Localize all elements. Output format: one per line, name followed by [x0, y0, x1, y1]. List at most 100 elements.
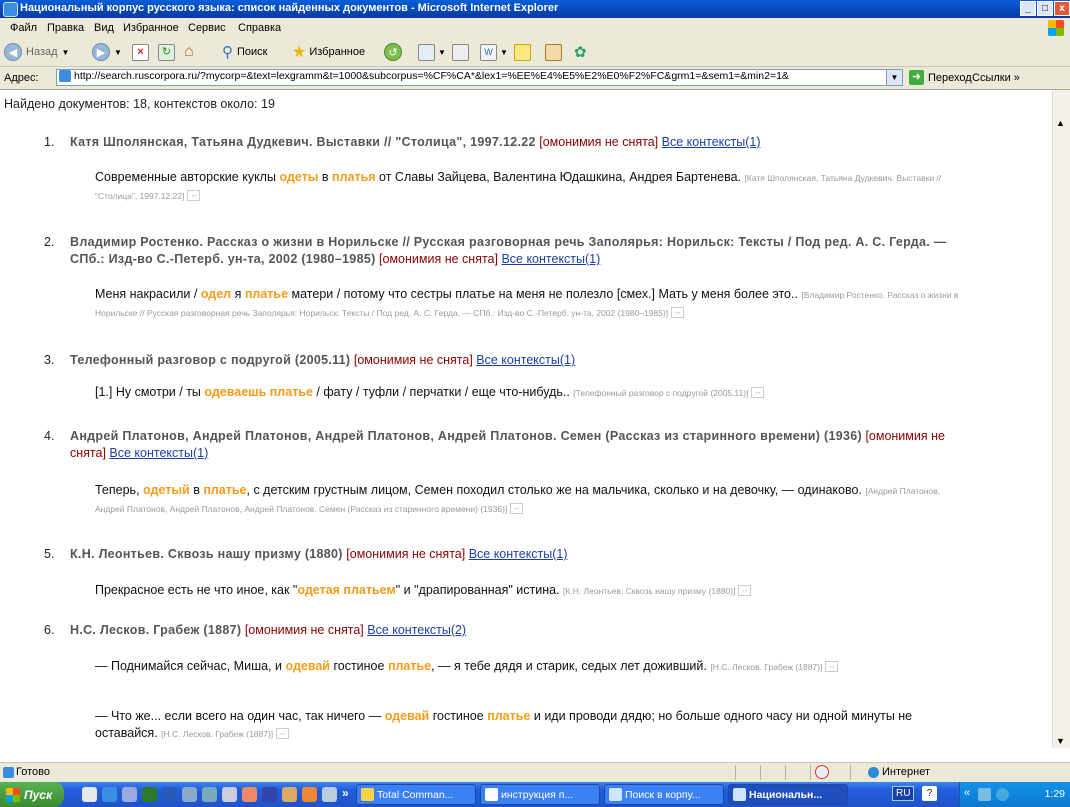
- results-summary: Найдено документов: 18, контекстов около…: [4, 97, 275, 111]
- menu-favorites[interactable]: Избранное: [123, 22, 179, 34]
- address-dropdown-icon[interactable]: ▼: [886, 70, 902, 85]
- favorites-button[interactable]: ★ Избранное: [292, 42, 365, 62]
- messenger-button[interactable]: ✿: [574, 42, 587, 62]
- back-arrow-icon: ◀: [4, 43, 22, 61]
- word-doc-icon: [485, 788, 498, 801]
- mail-dropdown-icon[interactable]: ▼: [438, 48, 446, 57]
- privacy-icon[interactable]: [815, 765, 829, 779]
- task-instruction[interactable]: инструкция п...: [480, 784, 600, 805]
- refresh-button[interactable]: ↻: [158, 42, 175, 62]
- home-button[interactable]: ⌂: [184, 42, 194, 62]
- expand-icon[interactable]: ↔: [510, 503, 524, 515]
- explorer-icon[interactable]: [122, 787, 137, 802]
- messenger-icon: ✿: [574, 44, 587, 61]
- task-corpus-search[interactable]: Поиск в корпу...: [604, 784, 724, 805]
- all-contexts-link[interactable]: Все контексты(1): [109, 446, 208, 460]
- vertical-scrollbar[interactable]: ▲ ▼: [1052, 90, 1070, 748]
- stop-button[interactable]: ×: [132, 42, 149, 62]
- search-button[interactable]: ⚲ Поиск: [222, 42, 267, 62]
- expand-icon[interactable]: ↔: [751, 387, 765, 399]
- network-icon[interactable]: [182, 787, 197, 802]
- back-dropdown-icon[interactable]: ▼: [62, 48, 70, 57]
- window-title: Национальный корпус русского языка: спис…: [20, 2, 559, 14]
- scroll-down-icon[interactable]: ▼: [1056, 736, 1065, 746]
- minimize-button[interactable]: _: [1020, 1, 1036, 16]
- expand-icon[interactable]: ↔: [671, 307, 685, 319]
- task-national-corpus[interactable]: Национальн...: [728, 784, 848, 805]
- tray-network-icon[interactable]: [996, 788, 1009, 801]
- ie-icon: [3, 2, 18, 17]
- window-icon[interactable]: [222, 787, 237, 802]
- scroll-up-icon[interactable]: ▲: [1056, 118, 1065, 128]
- security-zone: Интернет: [882, 766, 930, 778]
- screen-icon[interactable]: [322, 787, 337, 802]
- internet-globe-icon: [868, 767, 879, 778]
- app-icon[interactable]: [242, 787, 257, 802]
- menu-help[interactable]: Справка: [238, 22, 281, 34]
- window-title-bar[interactable]: Национальный корпус русского языка: спис…: [0, 0, 1070, 18]
- discuss-button[interactable]: [514, 42, 531, 62]
- start-button[interactable]: Пуск: [0, 782, 64, 807]
- all-contexts-link[interactable]: Все контексты(1): [469, 547, 568, 561]
- highlight-word: одетая: [297, 583, 340, 597]
- edit-dropdown-icon[interactable]: ▼: [500, 48, 508, 57]
- tool-icon[interactable]: [202, 787, 217, 802]
- research-button[interactable]: [545, 42, 562, 62]
- address-input[interactable]: http://search.ruscorpora.ru/?mycorp=&tex…: [56, 69, 903, 86]
- task-label: Поиск в корпу...: [625, 789, 701, 801]
- ie-quicklaunch-icon[interactable]: [102, 787, 117, 802]
- go-button[interactable]: ➜ Переход: [909, 70, 972, 85]
- links-button[interactable]: Ссылки »: [972, 72, 1020, 84]
- menu-view[interactable]: Вид: [94, 22, 114, 34]
- menu-file[interactable]: Файл: [10, 22, 37, 34]
- homonymy-note: [омонимия не снята]: [244, 623, 364, 637]
- paint-icon[interactable]: [282, 787, 297, 802]
- address-label: Адрес:: [4, 72, 39, 84]
- excel-icon[interactable]: [142, 787, 157, 802]
- book-icon[interactable]: [302, 787, 317, 802]
- language-indicator[interactable]: RU: [892, 786, 915, 801]
- snippet-text: Теперь,: [95, 483, 144, 497]
- homonymy-note: [омонимия не снята]: [346, 547, 466, 561]
- all-contexts-link[interactable]: Все контексты(1): [662, 135, 761, 149]
- mail-button[interactable]: ▼: [418, 42, 446, 62]
- help-icon[interactable]: ?: [922, 786, 937, 801]
- expand-icon[interactable]: ↔: [276, 728, 290, 740]
- tray-app-icon[interactable]: [978, 788, 991, 801]
- save-icon[interactable]: [262, 787, 277, 802]
- expand-icon[interactable]: ↔: [738, 585, 752, 597]
- clock[interactable]: 1:29: [1045, 788, 1065, 800]
- highlight-word: платье: [487, 709, 531, 723]
- menu-tools[interactable]: Сервис: [188, 22, 226, 34]
- stop-icon: ×: [132, 43, 149, 61]
- tray-expand-icon[interactable]: «: [964, 787, 970, 799]
- maximize-button[interactable]: □: [1037, 1, 1053, 16]
- all-contexts-link[interactable]: Все контексты(1): [501, 252, 600, 266]
- expand-icon[interactable]: ↔: [825, 661, 839, 673]
- snippet-text: " и "драпированная" истина.: [395, 583, 564, 597]
- desktop-icon[interactable]: [82, 787, 97, 802]
- address-bar: Адрес: http://search.ruscorpora.ru/?myco…: [0, 67, 1070, 90]
- highlight-word: платье: [387, 659, 432, 673]
- status-divider: [850, 765, 851, 780]
- close-button[interactable]: x: [1054, 1, 1070, 16]
- edit-button[interactable]: W ▼: [480, 42, 508, 62]
- print-button[interactable]: [452, 42, 469, 62]
- document-number: 4.: [44, 429, 55, 443]
- all-contexts-link[interactable]: Все контексты(2): [367, 623, 466, 637]
- all-contexts-link[interactable]: Все контексты(1): [476, 353, 575, 367]
- document-item: 2. Владимир Ростенко. Рассказ о жизни в …: [44, 234, 960, 268]
- forward-button[interactable]: ▶ ▼: [92, 42, 122, 62]
- document-item: 6. Н.С. Лесков. Грабеж (1887) [омонимия …: [44, 622, 960, 639]
- refresh-icon: ↻: [158, 43, 175, 61]
- word-quicklaunch-icon[interactable]: [162, 787, 177, 802]
- forward-dropdown-icon[interactable]: ▼: [114, 48, 122, 57]
- menu-edit[interactable]: Правка: [47, 22, 84, 34]
- snippet-text: [1.] Ну смотри / ты: [95, 385, 205, 399]
- task-total-commander[interactable]: Total Comman...: [356, 784, 476, 805]
- media-button[interactable]: ↺: [384, 42, 402, 62]
- expand-icon[interactable]: ↔: [187, 190, 201, 202]
- back-button[interactable]: ◀ Назад ▼: [4, 42, 69, 62]
- more-quicklaunch-button[interactable]: »: [342, 786, 349, 800]
- snippet-text: матери / потому что сестры платье на мен…: [288, 287, 802, 301]
